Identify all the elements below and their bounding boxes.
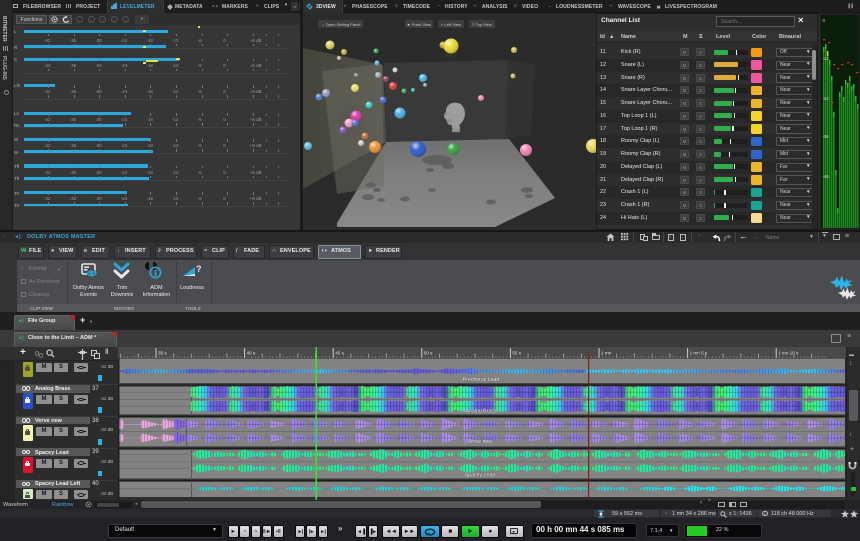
svg-text:Prechorus Lead: Prechorus Lead	[463, 377, 500, 383]
svg-text:Verve new: Verve new	[468, 439, 492, 445]
svg-text:Spacey Lead: Spacey Lead	[465, 473, 495, 479]
svg-text:Analog Brass: Analog Brass	[466, 409, 497, 415]
